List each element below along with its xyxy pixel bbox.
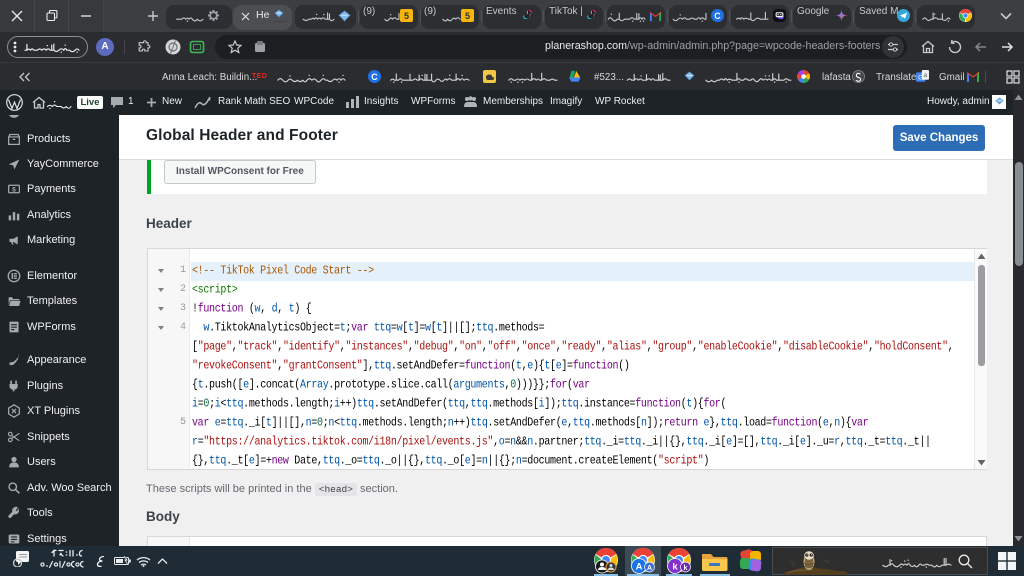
svg-text:k: k [672,562,678,573]
svg-text:5: 5 [404,11,409,21]
svg-text:A: A [647,565,652,572]
svg-text:A: A [636,562,643,573]
svg-text:C: C [371,72,378,82]
svg-text:k: k [684,565,688,572]
svg-text:C: C [714,11,721,21]
svg-text:$: $ [12,186,16,193]
svg-text:5: 5 [465,11,470,21]
svg-text:a: a [924,72,928,79]
